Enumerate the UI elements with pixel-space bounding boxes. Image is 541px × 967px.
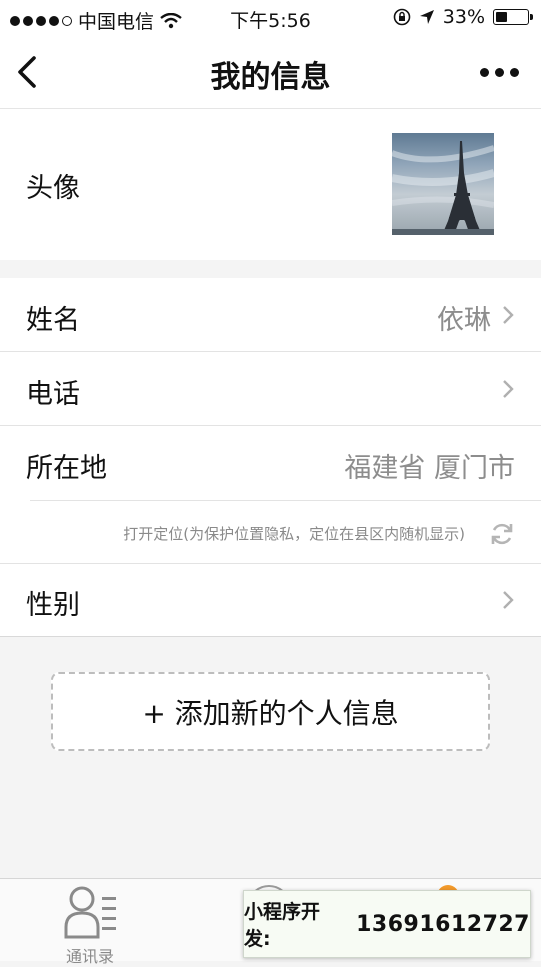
name-value: 依琳 [437,305,491,336]
avatar-label: 头像 [26,173,80,204]
location-value: 福建省 厦门市 [344,453,515,484]
nav-bar: 我的信息 [0,36,541,109]
contacts-icon [64,886,116,939]
divider [0,636,541,637]
location-arrow-icon [419,10,434,24]
promo-banner: 小程序开发: 13691612727 [243,890,531,958]
location-label: 所在地 [26,453,107,484]
promo-prefix: 小程序开发: [244,901,321,950]
tab-contacts[interactable]: 通讯录 [60,883,120,966]
status-right: 33% [393,6,533,28]
orientation-lock-icon [393,8,411,26]
divider [30,500,541,501]
avatar[interactable] [392,133,494,235]
status-bar: 中国电信 下午5:56 33% [0,0,541,36]
battery-icon [493,9,533,25]
promo-phone: 13691612727 [356,911,530,937]
add-personal-info-button[interactable]: + 添加新的个人信息 [51,672,490,751]
avatar-eiffel-tower-image [392,141,494,235]
phone-label: 电话 [26,379,80,410]
tab-contacts-label: 通讯录 [65,947,114,966]
page-title: 我的信息 [210,60,331,95]
chevron-right-icon [503,380,514,398]
name-label: 姓名 [26,305,80,336]
more-options-icon[interactable] [480,68,519,77]
battery-percent: 33% [442,6,485,28]
gender-row[interactable]: 性别 [0,564,541,636]
name-row[interactable]: 姓名 依琳 [0,278,541,351]
gender-label: 性别 [26,590,80,621]
chevron-right-icon [503,591,514,609]
location-privacy-hint: 打开定位(为保护位置隐私，定位在县区内随机显示) [123,525,465,543]
phone-row[interactable]: 电话 [0,352,541,425]
refresh-icon[interactable] [489,521,515,547]
chevron-right-icon [503,306,514,324]
